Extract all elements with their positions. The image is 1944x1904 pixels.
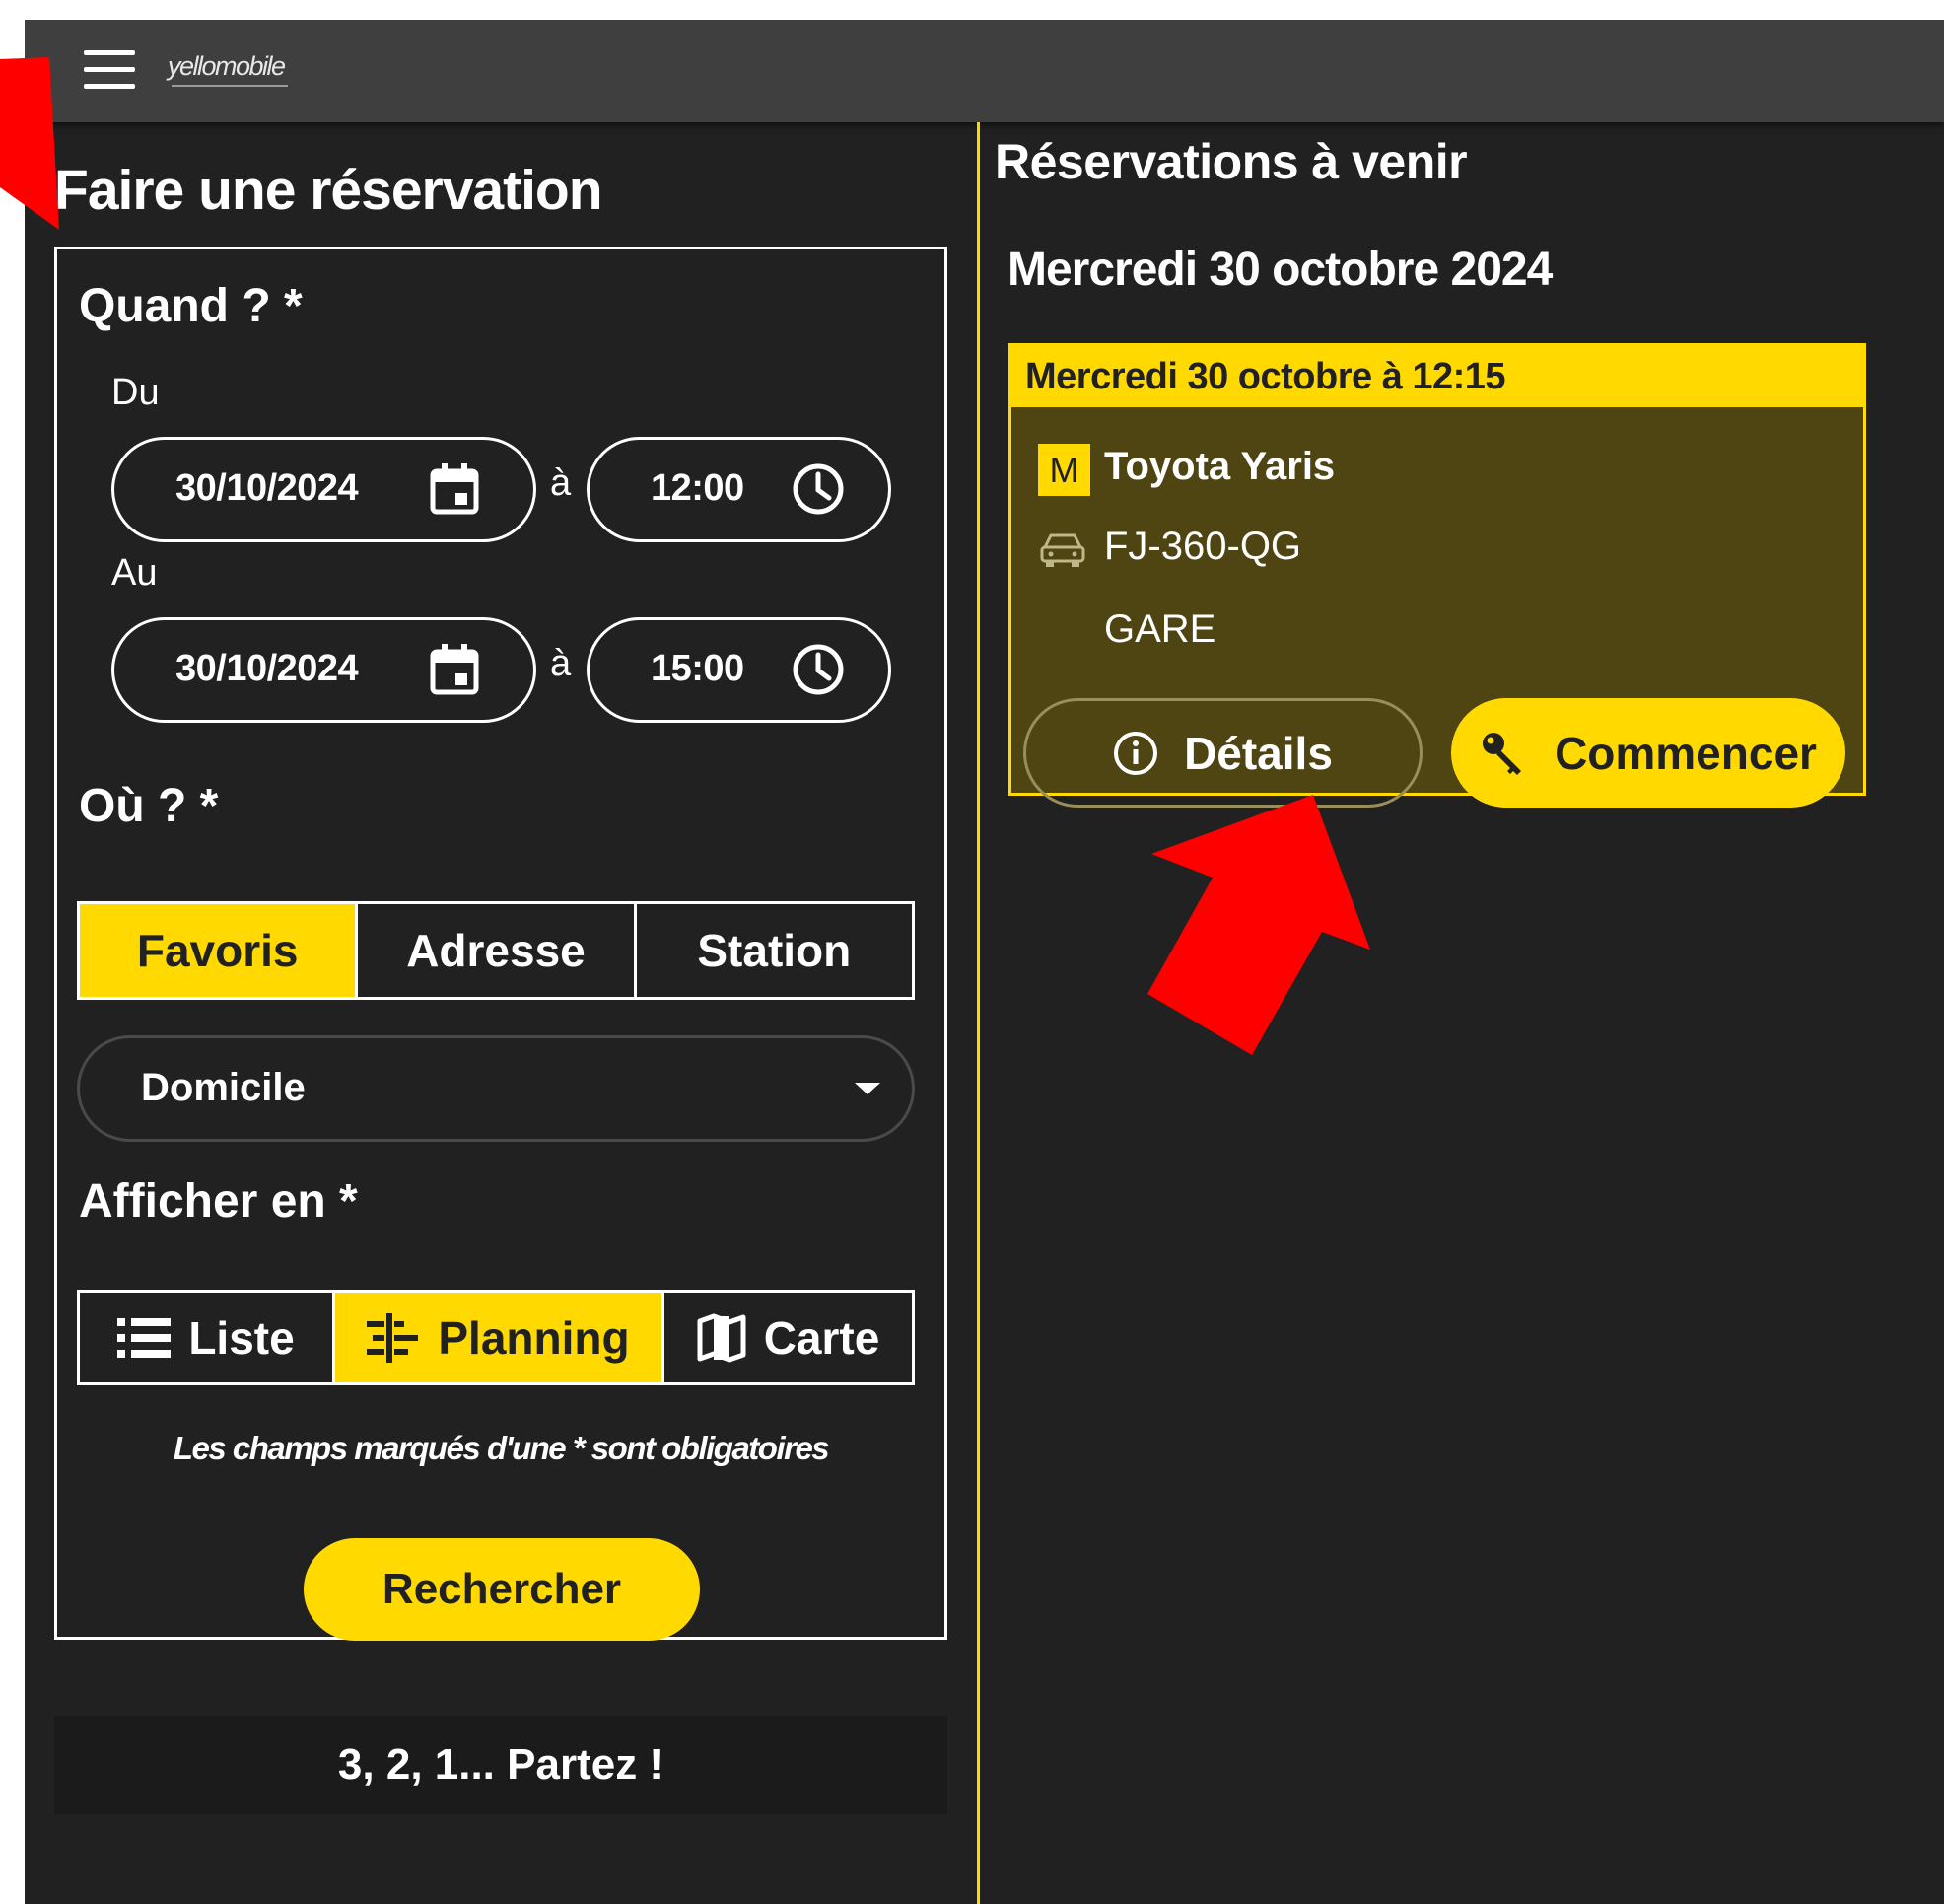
- from-date-field[interactable]: 30/10/2024: [111, 437, 536, 542]
- date-heading: Mercredi 30 octobre 2024: [1007, 244, 1553, 296]
- to-label: Au: [111, 552, 158, 594]
- required-fields-note: Les champs marqués d'une * sont obligato…: [173, 1430, 830, 1466]
- booking-title: Faire une réservation: [54, 159, 603, 222]
- car-model: Toyota Yaris: [1104, 445, 1336, 488]
- tab-favoris[interactable]: Favoris: [80, 904, 356, 997]
- tab-planning-label: Planning: [438, 1311, 630, 1364]
- tab-station[interactable]: Station: [633, 904, 912, 997]
- location-type-tabs: Favoris Adresse Station: [77, 901, 915, 1000]
- footer-banner: 3, 2, 1... Partez !: [54, 1716, 947, 1814]
- from-label: Du: [111, 372, 160, 413]
- tab-carte-label: Carte: [763, 1311, 880, 1364]
- station-name: GARE: [1104, 607, 1216, 651]
- display-label: Afficher en *: [79, 1175, 358, 1228]
- key-icon: [1480, 730, 1525, 777]
- tab-carte[interactable]: Carte: [661, 1293, 912, 1382]
- time-separator: à: [550, 643, 572, 684]
- tab-planning[interactable]: Planning: [332, 1293, 661, 1382]
- tab-liste-label: Liste: [188, 1311, 295, 1364]
- license-plate: FJ-360-QG: [1104, 525, 1302, 568]
- panel-divider: [977, 122, 980, 1904]
- list-icon: [117, 1316, 172, 1360]
- clock-icon[interactable]: [792, 643, 845, 696]
- planning-icon: [367, 1312, 420, 1363]
- when-label: Quand ? *: [79, 280, 303, 332]
- details-button-label: Détails: [1184, 727, 1333, 779]
- display-mode-tabs: Liste Planning Carte: [77, 1290, 915, 1385]
- app-window: yellomobile Faire une réservation Quand …: [25, 20, 1944, 1904]
- where-label: Où ? *: [79, 780, 219, 832]
- annotation-arrow-details: [1147, 795, 1370, 1055]
- top-bar: yellomobile: [25, 20, 1944, 122]
- logo-text: yellomobile: [168, 51, 286, 81]
- logo-tagline-line: [172, 85, 288, 87]
- from-date-value: 30/10/2024: [175, 467, 359, 509]
- annotation-arrow-topleft: [0, 57, 59, 230]
- clock-icon[interactable]: [792, 462, 845, 516]
- reservation-datetime: Mercredi 30 octobre à 12:15: [1011, 346, 1863, 407]
- from-time-value: 12:00: [651, 467, 744, 509]
- to-time-field[interactable]: 15:00: [587, 617, 891, 723]
- tab-liste[interactable]: Liste: [80, 1293, 332, 1382]
- favorite-select-value: Domicile: [141, 1066, 306, 1109]
- tab-adresse[interactable]: Adresse: [355, 904, 633, 997]
- to-time-value: 15:00: [651, 648, 744, 689]
- info-icon: [1113, 731, 1158, 776]
- favorite-select[interactable]: Domicile: [77, 1035, 915, 1142]
- to-date-field[interactable]: 30/10/2024: [111, 617, 536, 723]
- caret-down-icon: [855, 1083, 880, 1094]
- time-separator: à: [550, 462, 572, 504]
- vehicle-category-badge: M: [1038, 444, 1090, 496]
- from-time-field[interactable]: 12:00: [587, 437, 891, 542]
- map-icon: [697, 1313, 746, 1363]
- to-date-value: 30/10/2024: [175, 648, 359, 689]
- calendar-icon[interactable]: [430, 463, 479, 515]
- reservation-card: Mercredi 30 octobre à 12:15 M Toyota Yar…: [1008, 343, 1866, 808]
- hamburger-menu-icon[interactable]: [84, 50, 135, 90]
- logo: yellomobile: [168, 45, 296, 95]
- start-button-label: Commencer: [1555, 727, 1817, 779]
- car-icon: [1040, 533, 1085, 567]
- upcoming-title: Réservations à venir: [995, 134, 1468, 189]
- booking-form: Quand ? * Du 30/10/2024 à 12:00 Au 30/10…: [54, 247, 947, 1641]
- calendar-icon[interactable]: [430, 644, 479, 695]
- start-button[interactable]: Commencer: [1451, 698, 1845, 808]
- search-button[interactable]: Rechercher: [304, 1538, 700, 1641]
